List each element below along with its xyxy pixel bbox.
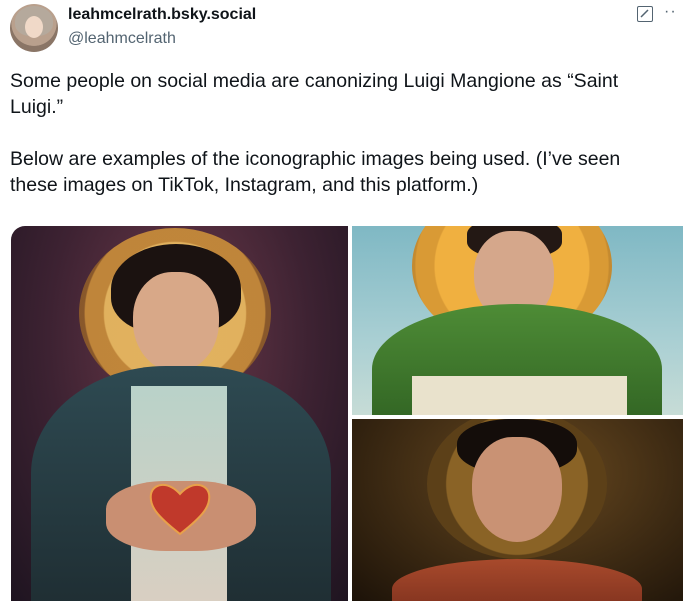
post-text: Some people on social media are canonizi… <box>10 70 621 196</box>
garment <box>392 559 642 601</box>
face <box>472 437 562 542</box>
media-grid[interactable] <box>11 226 683 601</box>
saint-red-garment-image[interactable] <box>352 419 683 601</box>
heart-icon <box>147 480 213 536</box>
saint-heart-image[interactable] <box>11 226 348 601</box>
handle[interactable]: @leahmcelrath <box>68 29 176 49</box>
display-name[interactable]: leahmcelrath.bsky.social <box>68 5 256 25</box>
saint-green-cloak-image[interactable] <box>352 226 683 415</box>
more-icon[interactable]: ·· <box>664 3 677 21</box>
garment <box>412 376 627 415</box>
face <box>133 272 219 372</box>
avatar-face <box>25 16 43 38</box>
avatar[interactable] <box>10 4 58 52</box>
edit-icon[interactable] <box>637 6 653 22</box>
